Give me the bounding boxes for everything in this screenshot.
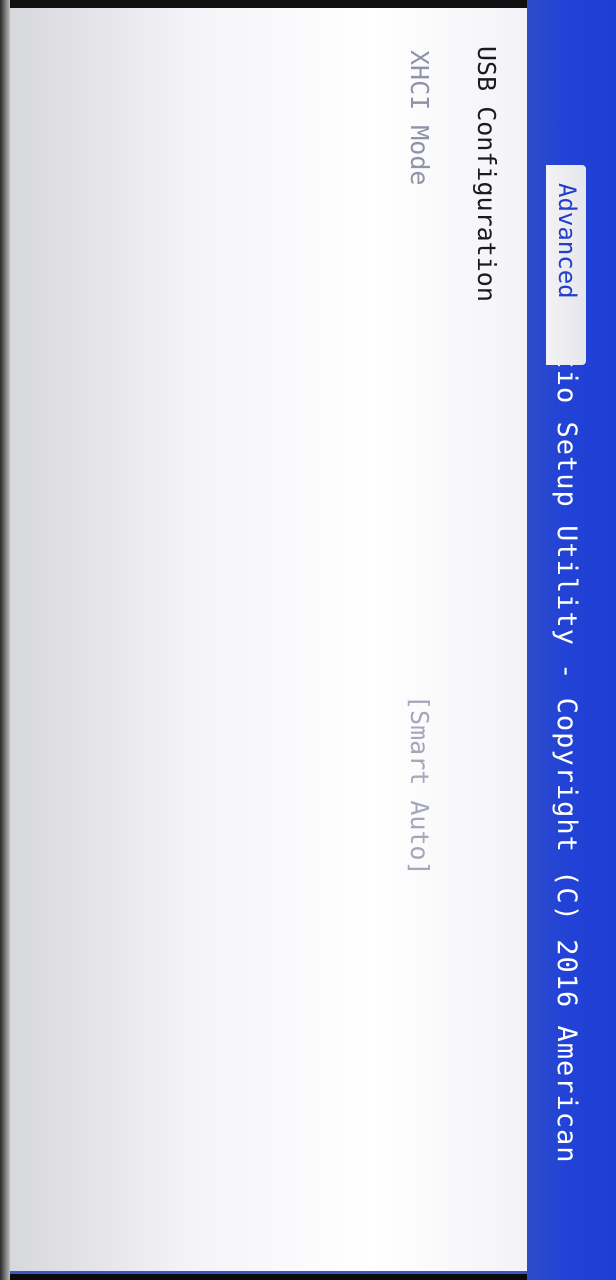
setting-label-xhci-mode[interactable]: XHCI Mode (402, 50, 436, 185)
section-title: USB Configuration (472, 46, 501, 302)
photo-left-edge (0, 0, 10, 1280)
setting-value-xhci-mode[interactable]: [Smart Auto] (402, 695, 436, 876)
tab-advanced[interactable]: Advanced (546, 165, 586, 365)
app-title: Aptio Setup Utility - Copyright (C) 2016… (551, 318, 582, 1164)
content-panel (10, 8, 527, 1272)
photo-top-edge (0, 0, 616, 8)
tab-advanced-label: Advanced (553, 183, 581, 299)
panel-bottom-border (10, 1271, 527, 1274)
